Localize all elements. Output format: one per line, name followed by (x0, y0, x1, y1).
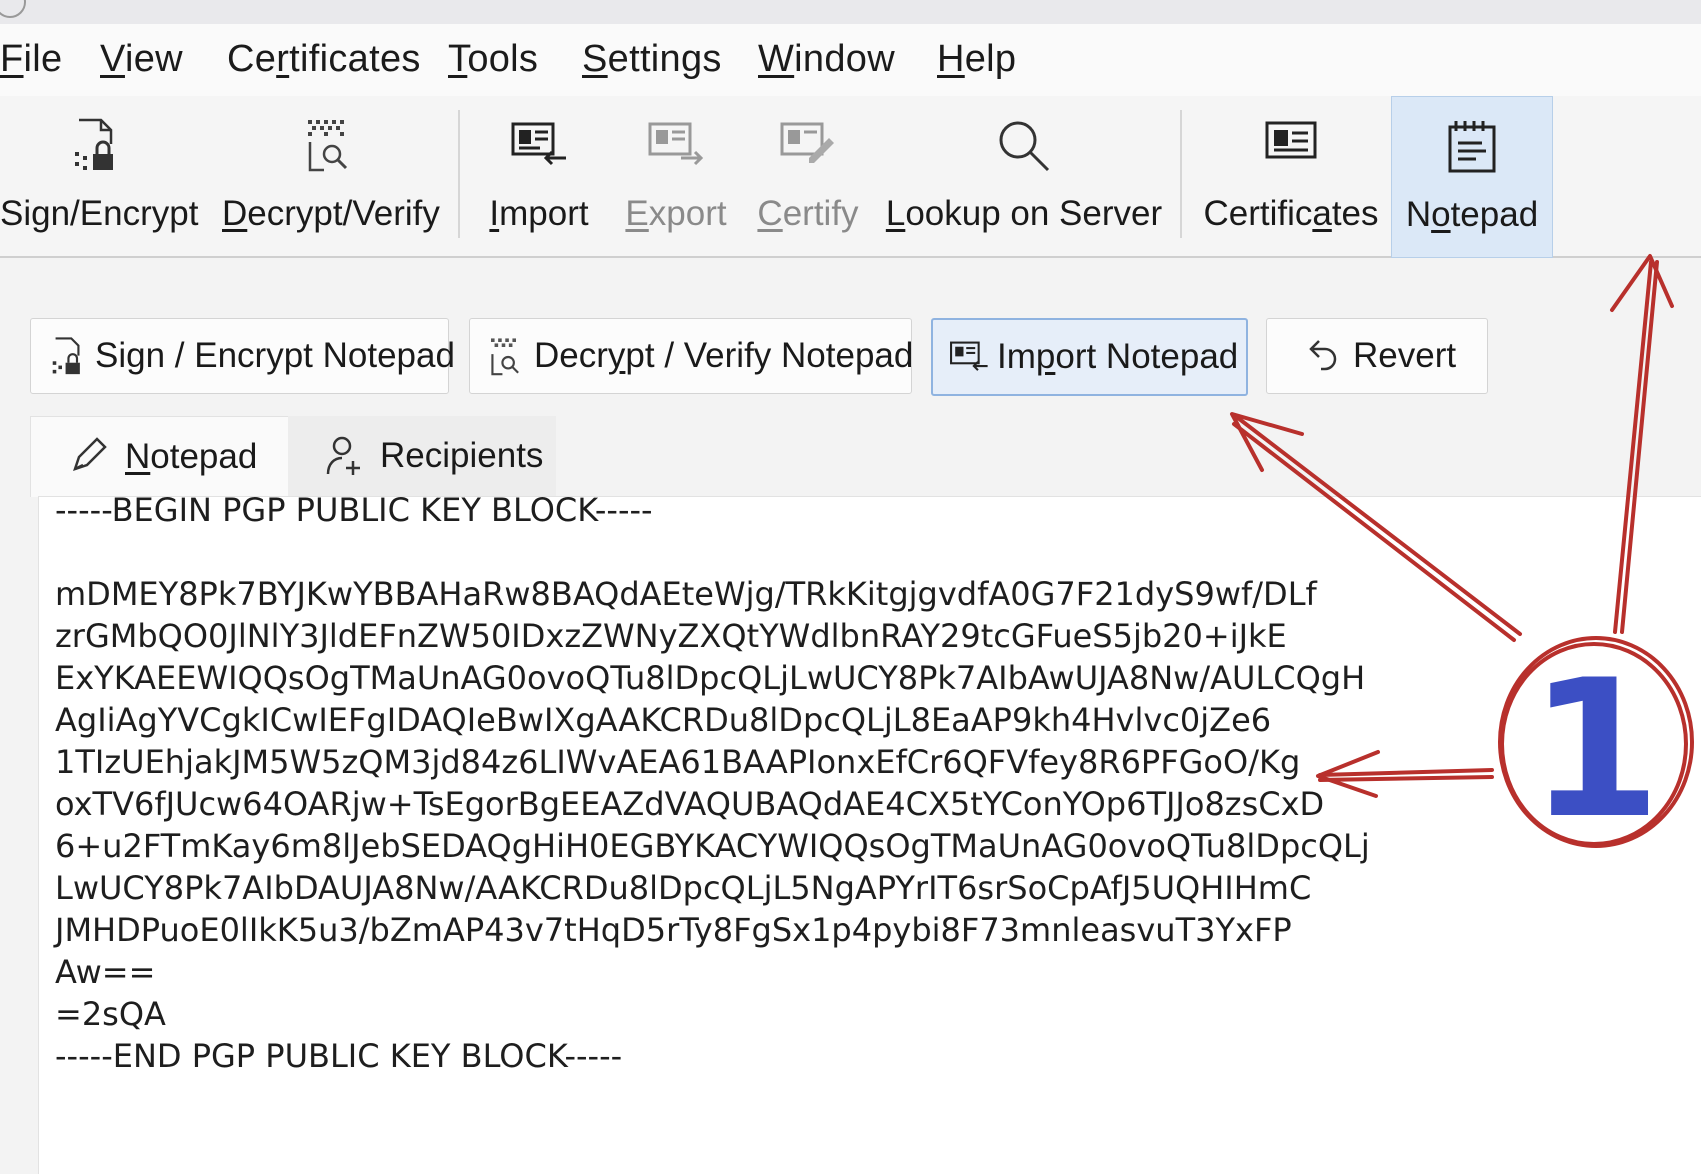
certify-icon (779, 118, 837, 171)
add-user-icon (324, 434, 364, 487)
notepad-editor[interactable]: -----BEGIN PGP PUBLIC KEY BLOCK----- mDM… (38, 491, 1701, 1174)
toolbar-decrypt-verify-button[interactable]: Decrypt/Verify (222, 96, 440, 256)
sign-encrypt-notepad-button[interactable]: Sign / Encrypt Notepad (30, 318, 455, 394)
import-notepad-button[interactable]: Import Notepad (931, 318, 1248, 396)
import-icon (510, 118, 568, 171)
revert-label: Revert (1353, 336, 1457, 375)
toolbar-import-button[interactable]: Import (480, 96, 598, 256)
toolbar-notepad-button[interactable]: Notepad (1391, 96, 1553, 258)
toolbar-separator (458, 110, 460, 238)
toolbar-sign-encrypt-button[interactable]: Sign/Encrypt (0, 96, 199, 256)
undo-icon (1305, 337, 1339, 386)
notepad-label: Notepad (1405, 195, 1539, 234)
menu-window[interactable]: Window (758, 38, 895, 81)
toolbar-certify-button[interactable]: Certify (752, 96, 864, 256)
editor-line: -----END PGP PUBLIC KEY BLOCK----- (55, 1037, 623, 1075)
editor-line: Aw== (55, 953, 156, 991)
menu-tools[interactable]: Tools (448, 38, 538, 81)
tab-recipients-label: Recipients (380, 436, 544, 475)
decrypt-verify-icon (304, 118, 354, 179)
editor-line: LwUCY8Pk7AIbDAUJA8Nw/AAKCRDu8lDpcQLjL5Ng… (55, 869, 1312, 907)
decrypt-verify-icon (488, 337, 524, 386)
toolbar-lookup-button[interactable]: Lookup on Server (884, 96, 1164, 256)
tab-recipients[interactable]: Recipients (288, 416, 556, 496)
sign-encrypt-icon (49, 337, 85, 386)
sign-encrypt-notepad-label: Sign / Encrypt Notepad (95, 336, 455, 375)
menu-file-label: ile (23, 38, 63, 80)
notepad-icon (1446, 119, 1498, 180)
certificates-icon (1264, 118, 1318, 167)
editor-line: JMHDPuoE0lIkK5u3/bZmAP43v7tHqD5rTy8FgSx1… (55, 911, 1292, 949)
lookup-label: Lookup on Server (885, 194, 1163, 233)
main-toolbar: Sign/Encrypt Decrypt/Verify Import Expor… (0, 96, 1701, 258)
menu-bar: File View Certificates Tools Settings Wi… (0, 24, 1701, 96)
editor-line: AgIiAgYVCgkICwIEFgIDAQIeBwIXgAAKCRDu8lDp… (55, 701, 1272, 739)
toolbar-certificates-button[interactable]: Certificates (1198, 96, 1384, 256)
editor-line: =2sQA (55, 995, 166, 1033)
pencil-icon (69, 435, 109, 484)
editor-line: 1TIzUEhjakJM5W5zQM3jd84z6LIWvAEA61BAAPIo… (55, 743, 1301, 781)
menu-help[interactable]: Help (937, 38, 1016, 81)
decrypt-verify-notepad-button[interactable]: Decrypt / Verify Notepad (469, 318, 914, 394)
revert-button[interactable]: Revert (1266, 318, 1488, 394)
editor-line: ExYKAEEWIQQsOgTMaUnAG0ovoQTu8lDpcQLjLwUC… (55, 659, 1366, 697)
toolbar-separator (1180, 110, 1182, 238)
menu-view[interactable]: View (100, 38, 183, 81)
menu-settings[interactable]: Settings (582, 38, 722, 81)
sign-encrypt-icon (71, 118, 119, 179)
import-icon (949, 338, 989, 381)
decrypt-verify-notepad-label: Decrypt / Verify Notepad (534, 336, 914, 375)
editor-line: zrGMbQO0JlNlY3JldEFnZW50IDxzZWNyZXQtYWdl… (55, 617, 1287, 655)
app-icon (0, 0, 26, 18)
certify-label: Certify (757, 194, 859, 233)
editor-line: mDMEY8Pk7BYJKwYBBAHaRw8BAQdAEteWjg/TRkKi… (55, 575, 1317, 613)
sign-encrypt-label: Sign/Encrypt (0, 194, 199, 233)
tab-notepad[interactable]: Notepad (30, 416, 290, 497)
editor-line: 6+u2FTmKay6m8lJebSEDAQgHiH0EGBYKACYWIQQs… (55, 827, 1370, 865)
menu-file[interactable]: File (0, 38, 62, 81)
decrypt-verify-label: Decrypt/Verify (222, 194, 440, 233)
search-icon (996, 118, 1052, 179)
import-notepad-label: Import Notepad (997, 337, 1239, 376)
editor-line: oxTV6fJUcw64OARjw+TsEgorBgEEAZdVAQUBAQdA… (55, 785, 1325, 823)
menu-certificates[interactable]: Certificates (227, 38, 421, 81)
export-label: Export (625, 194, 727, 233)
title-bar (0, 0, 1701, 24)
certificates-label: Certificates (1203, 194, 1379, 233)
tab-notepad-label: Notepad (125, 437, 258, 476)
export-icon (647, 118, 705, 171)
import-label: Import (489, 194, 589, 233)
toolbar-export-button[interactable]: Export (620, 96, 732, 256)
menu-view-label: iew (124, 38, 183, 80)
editor-line: -----BEGIN PGP PUBLIC KEY BLOCK----- (55, 491, 653, 529)
